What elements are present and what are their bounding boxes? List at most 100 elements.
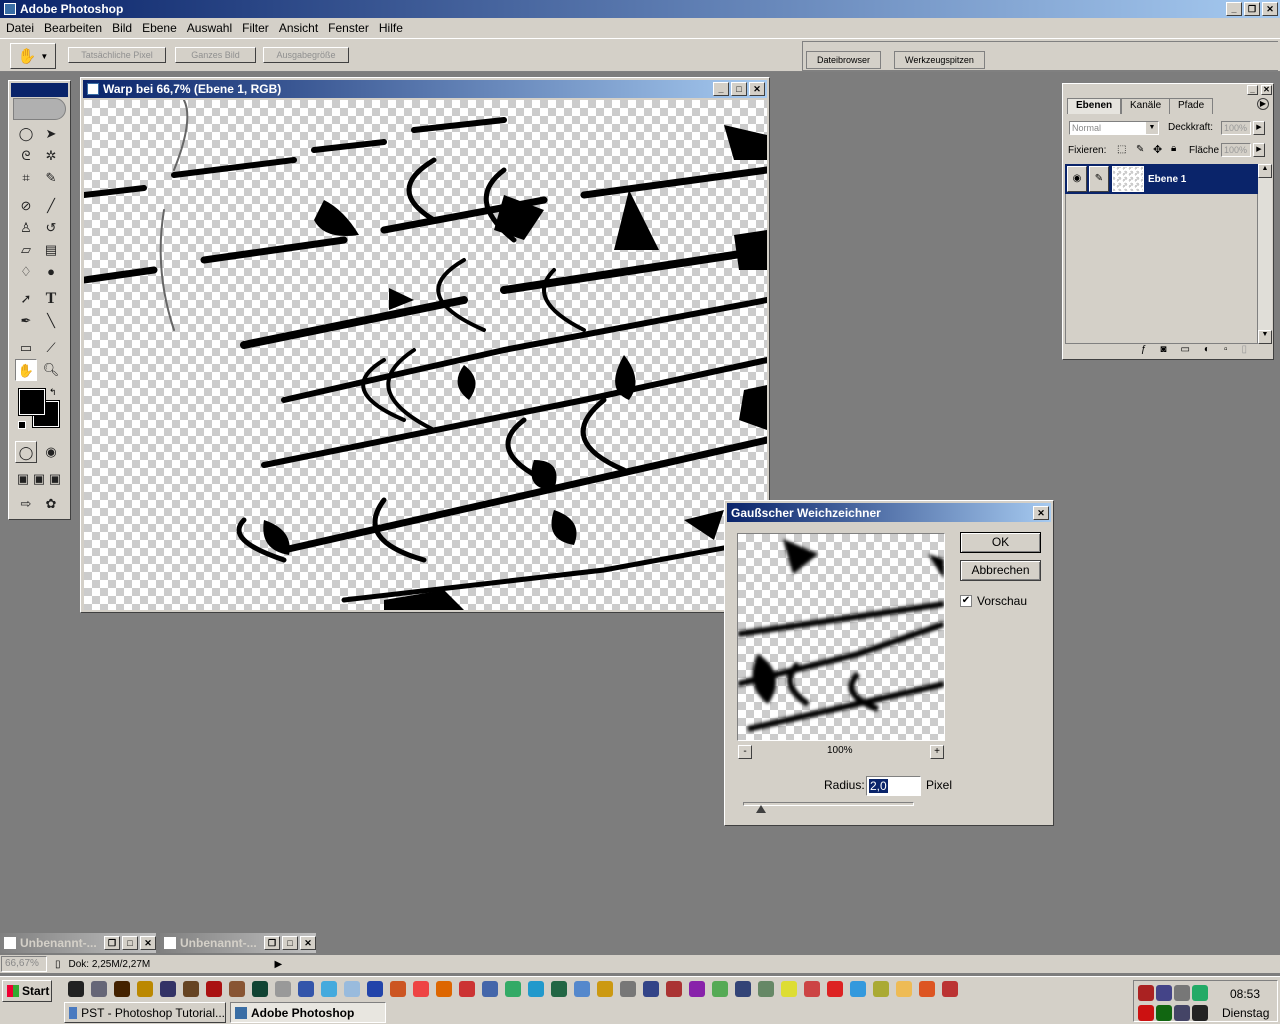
gradient-tool-icon[interactable]: ▤ xyxy=(40,239,62,261)
fit-screen-button[interactable]: Ganzes Bild xyxy=(175,47,256,63)
lock-all-icon[interactable]: 🔒︎ xyxy=(1171,143,1176,154)
new-set-icon[interactable]: ▭ xyxy=(1180,344,1189,358)
quicklaunch-app-icon[interactable] xyxy=(942,981,958,997)
quicklaunch-app-icon[interactable] xyxy=(413,981,429,997)
notes-tool-icon[interactable]: ▭ xyxy=(15,337,37,359)
cancel-button[interactable]: Abbrechen xyxy=(960,560,1041,581)
quicklaunch-app-icon[interactable] xyxy=(252,981,268,997)
zoom-field[interactable]: 66,67% xyxy=(1,956,47,972)
quicklaunch-app-icon[interactable] xyxy=(827,981,843,997)
move-tool-icon[interactable]: ➤ xyxy=(40,123,62,145)
tab-kanaele[interactable]: Kanäle xyxy=(1121,98,1171,114)
doc-close-button[interactable]: ✕ xyxy=(749,82,765,96)
quicklaunch-app-icon[interactable] xyxy=(459,981,475,997)
status-menu-arrow-icon[interactable]: ▶ xyxy=(275,959,283,970)
doc-maximize-button[interactable]: □ xyxy=(731,82,747,96)
tab-dateibrowser[interactable]: Dateibrowser xyxy=(806,51,882,69)
screen-mode-full-menu-icon[interactable]: ▣ xyxy=(31,468,47,490)
opacity-field[interactable]: 100% xyxy=(1221,121,1251,135)
layer-name[interactable]: Ebene 1 xyxy=(1148,174,1186,185)
add-mask-icon[interactable]: ◙ xyxy=(1160,344,1166,358)
eraser-tool-icon[interactable]: ▱ xyxy=(15,239,37,261)
quicklaunch-app-icon[interactable] xyxy=(229,981,245,997)
path-selection-icon[interactable]: ➚ xyxy=(15,288,37,310)
opacity-slider-button[interactable]: ▶ xyxy=(1253,121,1265,135)
ok-button[interactable]: OK xyxy=(960,532,1041,553)
menu-ebene[interactable]: Ebene xyxy=(138,21,183,35)
lasso-tool-icon[interactable]: ᘓ xyxy=(15,145,37,167)
menu-auswahl[interactable]: Auswahl xyxy=(183,21,238,35)
network-icon[interactable] xyxy=(1156,985,1172,1001)
palette-close-button[interactable]: ✕ xyxy=(1261,85,1272,95)
tool-preset-picker[interactable]: ✋ ▼ xyxy=(10,43,56,69)
quicklaunch-app-icon[interactable] xyxy=(183,981,199,997)
swap-colors-icon[interactable]: ↰ xyxy=(49,387,57,398)
palette-header[interactable]: _ ✕ xyxy=(1063,84,1273,96)
eye-icon[interactable]: ◉ xyxy=(1067,166,1087,192)
quicklaunch-app-icon[interactable] xyxy=(390,981,406,997)
quicklaunch-app-icon[interactable] xyxy=(114,981,130,997)
jump-to-imageready-icon[interactable]: ⇨ xyxy=(15,493,37,515)
quicklaunch-app-icon[interactable] xyxy=(735,981,751,997)
foreground-color-swatch[interactable] xyxy=(18,388,46,416)
screen-mode-standard-icon[interactable]: ▣ xyxy=(15,468,31,490)
quicklaunch-app-icon[interactable] xyxy=(712,981,728,997)
radius-slider-track[interactable] xyxy=(743,802,914,806)
quicklaunch-app-icon[interactable] xyxy=(666,981,682,997)
maximize-button[interactable]: □ xyxy=(122,936,138,950)
zoom-out-button[interactable]: - xyxy=(738,745,752,759)
doc-minimize-button[interactable]: _ xyxy=(713,82,729,96)
quicklaunch-app-icon[interactable] xyxy=(206,981,222,997)
restore-button[interactable]: ❐ xyxy=(1244,2,1260,16)
tray-app-icon[interactable] xyxy=(1192,985,1208,1001)
print-size-button[interactable]: Ausgabegröße xyxy=(263,47,349,63)
quick-mask-icon[interactable]: ◉ xyxy=(40,441,62,463)
task-pst-tutorial[interactable]: PST - Photoshop Tutorial... xyxy=(64,1002,226,1023)
quicklaunch-app-icon[interactable] xyxy=(850,981,866,997)
quicklaunch-app-icon[interactable] xyxy=(804,981,820,997)
marquee-tool-icon[interactable]: ◯ xyxy=(15,123,37,145)
menu-datei[interactable]: Datei xyxy=(2,21,40,35)
quicklaunch-app-icon[interactable] xyxy=(551,981,567,997)
quicklaunch-app-icon[interactable] xyxy=(620,981,636,997)
tab-ebenen[interactable]: Ebenen xyxy=(1067,98,1122,114)
start-button[interactable]: Start xyxy=(2,980,52,1002)
quicklaunch-app-icon[interactable] xyxy=(160,981,176,997)
quicklaunch-app-icon[interactable] xyxy=(643,981,659,997)
quicklaunch-app-icon[interactable] xyxy=(896,981,912,997)
quicklaunch-app-icon[interactable] xyxy=(137,981,153,997)
quicklaunch-app-icon[interactable] xyxy=(482,981,498,997)
quicklaunch-app-icon[interactable] xyxy=(436,981,452,997)
menu-ansicht[interactable]: Ansicht xyxy=(275,21,324,35)
scroll-down-icon[interactable]: ▼ xyxy=(1258,330,1272,344)
blend-mode-select[interactable]: Normal ▼ xyxy=(1069,121,1159,135)
quicklaunch-app-icon[interactable] xyxy=(68,981,84,997)
clock-time[interactable]: 08:53 xyxy=(1230,987,1260,1001)
close-button[interactable]: ✕ xyxy=(1262,2,1278,16)
brush-tool-icon[interactable]: ╱ xyxy=(40,195,62,217)
quicklaunch-app-icon[interactable] xyxy=(298,981,314,997)
radius-input[interactable]: 2,0 xyxy=(866,776,921,796)
type-tool-icon[interactable]: T xyxy=(40,288,62,310)
imageready-icon[interactable]: ✿ xyxy=(40,493,62,515)
minimized-window-2[interactable]: Unbenannt-... ❐ □ ✕ xyxy=(160,933,316,953)
layer-row[interactable]: ◉ ✎ Ebene 1 xyxy=(1065,164,1258,194)
tray-app-icon[interactable] xyxy=(1138,985,1154,1001)
crop-tool-icon[interactable]: ⌗ xyxy=(15,167,37,189)
tab-pfade[interactable]: Pfade xyxy=(1169,98,1214,114)
quicklaunch-app-icon[interactable] xyxy=(275,981,291,997)
quicklaunch-app-icon[interactable] xyxy=(873,981,889,997)
new-layer-icon[interactable]: ▫ xyxy=(1224,344,1228,358)
minimize-button[interactable]: _ xyxy=(1226,2,1242,16)
zoom-in-button[interactable]: + xyxy=(930,745,944,759)
quicklaunch-app-icon[interactable] xyxy=(781,981,797,997)
menu-hilfe[interactable]: Hilfe xyxy=(375,21,409,35)
restore-button[interactable]: ❐ xyxy=(104,936,120,950)
pen-tool-icon[interactable]: ✒ xyxy=(15,310,37,332)
hand-tool-icon[interactable]: ✋ xyxy=(15,359,37,381)
antivirus-icon[interactable] xyxy=(1138,1005,1154,1021)
document-title-bar[interactable]: Warp bei 66,7% (Ebene 1, RGB) _ □ ✕ xyxy=(83,80,767,98)
tray-app-icon[interactable] xyxy=(1156,1005,1172,1021)
eyedropper-icon[interactable]: ⟋ xyxy=(40,337,62,359)
quicklaunch-app-icon[interactable] xyxy=(321,981,337,997)
